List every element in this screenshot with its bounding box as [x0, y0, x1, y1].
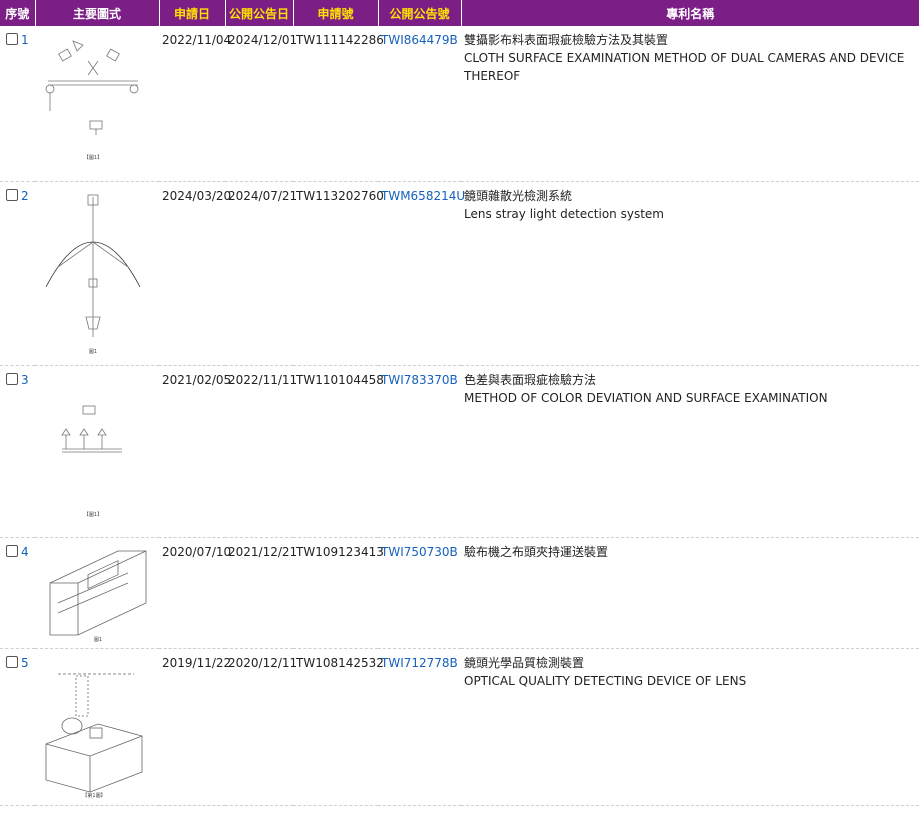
title-cell: 色差與表面瑕疵檢驗方法 METHOD OF COLOR DEVIATION AND… — [461, 365, 919, 538]
row-seq-number[interactable]: 5 — [21, 656, 29, 670]
pub-no-link[interactable]: TWI864479B — [381, 33, 458, 47]
table-row: 1 【圖1】 2022/11/04 2024/12/01 TW111142286… — [0, 26, 919, 182]
table-row: 2 圖1 2024/03/20 2024/07/21 TW113202760 T… — [0, 181, 919, 366]
row-figure-cell: 圖1 — [35, 537, 159, 649]
header-pub-no[interactable]: 公開公告號 — [378, 0, 462, 26]
patent-drawing-image[interactable]: 【第1圖】 — [38, 654, 150, 800]
row-seq-cell: 1 — [0, 26, 35, 182]
row-checkbox[interactable] — [6, 33, 18, 45]
row-figure-cell: 【圖1】 — [35, 365, 159, 538]
title-cell: 驗布機之布頭夾持運送裝置 — [461, 537, 919, 649]
table-row: 5 【第1圖】 2019/11/22 2020/12/11 TW10814253 — [0, 648, 919, 806]
row-checkbox[interactable] — [6, 188, 18, 201]
app-no-cell: TW110104458 — [293, 365, 384, 538]
row-seq-cell: 3 — [0, 365, 35, 538]
title-en: OPTICAL QUALITY DETECTING DEVICE OF LENS — [464, 673, 747, 688]
title-en: METHOD OF COLOR DEVIATION AND SURFACE EX… — [464, 390, 828, 405]
table-row: 3 【圖1】 2021/02/05 2022/11/11 TW110104458… — [0, 365, 919, 538]
row-seq-number[interactable]: 4 — [21, 545, 29, 559]
row-checkbox[interactable] — [6, 544, 18, 557]
app-date-cell: 2020/07/10 — [159, 537, 231, 649]
app-date-cell: 2019/11/22 — [159, 648, 231, 806]
app-date-cell: 2024/03/20 — [159, 181, 231, 366]
pub-date-cell: 2021/12/21 — [225, 537, 297, 649]
pub-no-link[interactable]: TWI712778B — [381, 656, 458, 670]
patent-drawing-image[interactable]: 【圖1】 — [38, 31, 148, 163]
figure-caption: 圖1 — [89, 349, 97, 355]
title-en: Lens stray light detection system — [464, 206, 664, 221]
row-figure-cell: 【圖1】 — [35, 26, 159, 182]
title-zh: 色差與表面瑕疵檢驗方法 — [464, 372, 597, 387]
title-en: CLOTH SURFACE EXAMINATION METHOD OF DUAL… — [464, 51, 905, 83]
patent-drawing-image[interactable]: 圖1 — [38, 543, 150, 643]
patent-results-table: 序號 主要圖式 申請日 公開公告日 申請號 公開公告號 專利名稱 1 【圖1】 … — [0, 0, 919, 806]
header-figure: 主要圖式 — [35, 0, 160, 26]
pub-no-link[interactable]: TWI783370B — [381, 373, 458, 387]
pub-date-cell: 2020/12/11 — [225, 648, 297, 806]
figure-caption: 【第1圖】 — [82, 792, 105, 799]
header-app-no[interactable]: 申請號 — [293, 0, 379, 26]
header-seq[interactable]: 序號 — [0, 0, 36, 26]
pub-date-cell: 2024/07/21 — [225, 181, 297, 366]
row-seq-cell: 4 — [0, 537, 35, 649]
app-no-cell: TW109123413 — [293, 537, 384, 649]
pub-date-cell: 2022/11/11 — [225, 365, 297, 538]
row-seq-cell: 2 — [0, 181, 35, 366]
row-figure-cell: 圖1 — [35, 181, 159, 366]
header-title: 專利名稱 — [461, 0, 919, 26]
app-no-cell: TW113202760 — [293, 181, 384, 366]
title-zh: 雙攝影布料表面瑕疵檢驗方法及其裝置 — [464, 33, 669, 47]
figure-caption: 【圖1】 — [84, 155, 102, 161]
patent-drawing-image[interactable]: 【圖1】 — [38, 371, 148, 521]
header-pub-date[interactable]: 公開公告日 — [225, 0, 294, 26]
app-date-cell: 2022/11/04 — [159, 26, 231, 182]
pub-no-link[interactable]: TWI750730B — [381, 545, 458, 559]
title-cell: 鏡頭雜散光檢測系統 Lens stray light detection syst… — [461, 181, 919, 366]
title-zh: 鏡頭雜散光檢測系統 — [464, 188, 573, 203]
row-seq-number[interactable]: 1 — [21, 33, 29, 47]
row-seq-cell: 5 — [0, 648, 35, 806]
header-app-date[interactable]: 申請日 — [159, 0, 226, 26]
pub-no-link[interactable]: TWM658214U — [381, 189, 465, 203]
pub-date-cell: 2024/12/01 — [225, 26, 297, 182]
row-checkbox[interactable] — [6, 655, 18, 668]
pub-no-cell: TWI750730B — [378, 537, 461, 649]
title-cell: 雙攝影布料表面瑕疵檢驗方法及其裝置 CLOTH SURFACE EXAMINATI… — [461, 26, 919, 182]
pub-no-cell: TWM658214U — [378, 181, 465, 366]
table-row: 4 圖1 2020/07/10 2021/12/21 TW109123413 T… — [0, 537, 919, 649]
pub-no-cell: TWI864479B — [378, 26, 461, 182]
figure-caption: 【圖1】 — [84, 512, 102, 518]
table-header-row: 序號 主要圖式 申請日 公開公告日 申請號 公開公告號 專利名稱 — [0, 0, 919, 26]
pub-no-cell: TWI783370B — [378, 365, 461, 538]
figure-caption: 圖1 — [94, 637, 102, 643]
title-zh: 鏡頭光學品質檢測裝置 — [464, 655, 585, 670]
app-date-cell: 2021/02/05 — [159, 365, 231, 538]
pub-no-cell: TWI712778B — [378, 648, 461, 806]
row-checkbox[interactable] — [6, 372, 18, 385]
patent-drawing-image[interactable]: 圖1 — [38, 187, 148, 357]
row-seq-number[interactable]: 2 — [21, 189, 29, 203]
row-seq-number[interactable]: 3 — [21, 373, 29, 387]
title-zh: 驗布機之布頭夾持運送裝置 — [464, 544, 609, 559]
app-no-cell: TW111142286 — [293, 26, 384, 182]
row-figure-cell: 【第1圖】 — [35, 648, 159, 806]
title-cell: 鏡頭光學品質檢測裝置 OPTICAL QUALITY DETECTING DEVI… — [461, 648, 919, 806]
app-no-cell: TW108142532 — [293, 648, 384, 806]
